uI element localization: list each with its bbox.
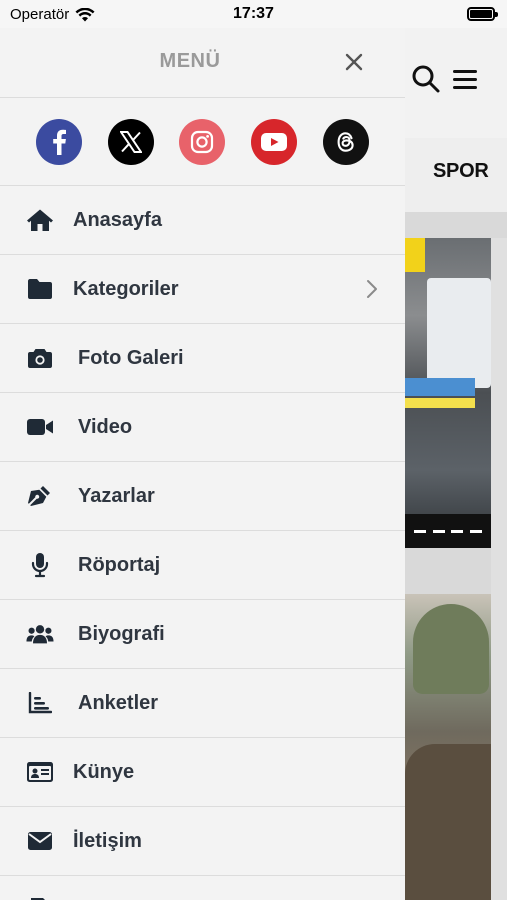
menu-item-foto-galeri[interactable]: Foto Galeri (0, 324, 405, 393)
microphone-icon (26, 551, 54, 579)
video-camera-icon (26, 413, 54, 441)
file-icon (26, 896, 54, 900)
menu-item-partial[interactable] (0, 876, 405, 900)
menu-item-label: Anasayfa (73, 208, 162, 231)
hamburger-menu-icon[interactable] (451, 67, 479, 91)
menu-item-label: Röportaj (78, 553, 161, 576)
menu-item-label: Yazarlar (78, 484, 155, 507)
status-time: 17:37 (233, 5, 274, 22)
background-app: SPOR (405, 28, 507, 900)
menu-item-kunye[interactable]: Künye (0, 738, 405, 807)
instagram-icon (191, 130, 214, 153)
social-links (0, 98, 405, 186)
chevron-right-icon (367, 280, 377, 298)
menu-item-label: İletişim (73, 829, 142, 852)
menu-item-video[interactable]: Video (0, 393, 405, 462)
folder-icon (26, 275, 54, 303)
menu-item-yazarlar[interactable]: Yazarlar (0, 462, 405, 531)
background-slider-dots (405, 514, 491, 548)
menu-item-anasayfa[interactable]: Anasayfa (0, 186, 405, 255)
side-menu-drawer: MENÜ Anasayfa Kategoriler Foto Galeri Vi… (0, 28, 405, 900)
youtube-icon (261, 132, 288, 151)
pen-nib-icon (26, 482, 54, 510)
youtube-button[interactable] (251, 118, 298, 165)
facebook-button[interactable] (35, 118, 82, 165)
instagram-button[interactable] (179, 118, 226, 165)
background-news-image-2[interactable] (405, 594, 491, 900)
menu-item-label: Künye (73, 760, 135, 783)
menu-item-label: Biyografi (78, 622, 165, 645)
background-tab-spor[interactable]: SPOR (433, 160, 489, 183)
background-news-image-1[interactable] (405, 238, 491, 548)
menu-item-anketler[interactable]: Anketler (0, 669, 405, 738)
close-button[interactable] (340, 48, 368, 76)
drawer-header: MENÜ (0, 28, 405, 98)
menu-item-label: Kategoriler (73, 277, 179, 300)
drawer-title: MENÜ (159, 50, 221, 72)
battery-icon (467, 7, 498, 21)
menu-item-biyografi[interactable]: Biyografi (0, 600, 405, 669)
envelope-icon (26, 827, 54, 855)
camera-icon (26, 344, 54, 372)
search-icon[interactable] (411, 64, 441, 94)
background-header (405, 28, 507, 138)
x-logo-icon (119, 130, 142, 153)
menu-item-label: Anketler (78, 691, 159, 714)
threads-button[interactable] (323, 118, 370, 165)
users-icon (26, 620, 54, 648)
menu-item-roportaj[interactable]: Röportaj (0, 531, 405, 600)
threads-icon (337, 131, 354, 152)
menu-item-label: Foto Galeri (78, 346, 184, 369)
menu-item-iletisim[interactable]: İletişim (0, 807, 405, 876)
menu-item-kategoriler[interactable]: Kategoriler (0, 255, 405, 324)
main-menu-list: Anasayfa Kategoriler Foto Galeri Video Y… (0, 186, 405, 900)
id-card-icon (26, 758, 54, 786)
status-bar: Operatör 17:37 (0, 0, 507, 28)
facebook-icon (53, 129, 66, 155)
close-icon (345, 53, 363, 71)
home-icon (26, 206, 54, 234)
menu-item-label: Video (78, 415, 133, 438)
bar-chart-icon (26, 689, 54, 717)
x-button[interactable] (107, 118, 154, 165)
